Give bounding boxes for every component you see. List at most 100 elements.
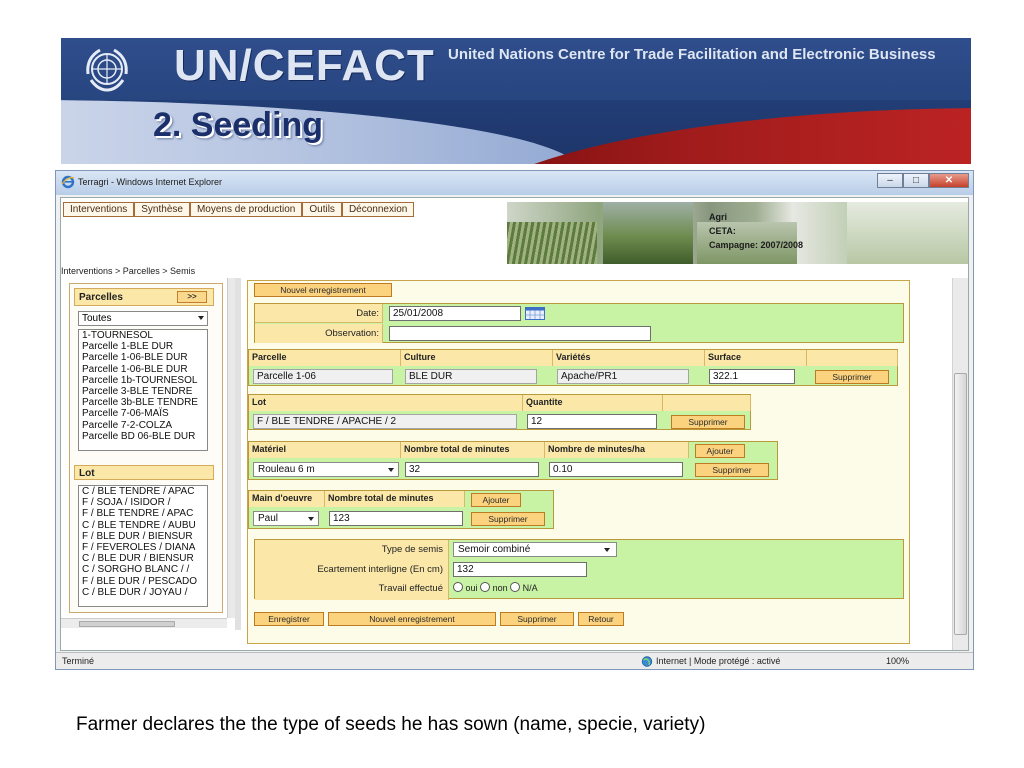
menu-interventions[interactable]: Interventions [63, 202, 135, 217]
slide-heading: 2. Seeding [153, 106, 324, 144]
chevron-down-icon [198, 316, 204, 320]
list-item[interactable]: F / BLE DUR / PESCADO [79, 576, 207, 587]
radio-oui[interactable] [453, 582, 463, 592]
parcelles-list[interactable]: 1-TOURNESOL Parcelle 1-BLE DUR Parcelle … [78, 329, 208, 451]
delete-main-oeuvre-button[interactable]: Supprimer [471, 512, 545, 526]
delete-lot-button[interactable]: Supprimer [671, 415, 745, 429]
main-oeuvre-select[interactable]: Paul [253, 511, 319, 526]
list-item[interactable]: C / BLE DUR / JOYAU / [79, 587, 207, 598]
list-item[interactable]: Parcelle 3b-BLE TENDRE [79, 397, 207, 408]
radio-na[interactable] [510, 582, 521, 592]
brand-title: UN/CEFACT [174, 41, 435, 90]
security-zone[interactable]: Internet | Mode protégé : activé [656, 656, 780, 666]
minutes-per-ha-column-header: Nombre de minutes/ha [545, 442, 689, 458]
list-item[interactable]: Parcelle 7-2-COLZA [79, 420, 207, 431]
radio-non[interactable] [480, 582, 491, 592]
list-item[interactable]: 1-TOURNESOL [79, 330, 207, 341]
page-scrollbar[interactable] [952, 278, 968, 650]
observation-label: Observation: [325, 328, 379, 339]
app-header: Interventions Synthèse Moyens de product… [61, 198, 968, 264]
date-input[interactable]: 25/01/2008 [389, 306, 521, 321]
materiel-select[interactable]: Rouleau 6 m [253, 462, 399, 477]
list-item[interactable]: Parcelle 1-BLE DUR [79, 341, 207, 352]
radio-oui-label: oui [465, 583, 478, 593]
close-icon[interactable]: ✕ [929, 173, 969, 188]
hscroll-thumb[interactable] [79, 621, 175, 627]
delete-parcelle-button[interactable]: Supprimer [815, 370, 889, 384]
lot-list[interactable]: C / BLE TENDRE / APAC F / SOJA / ISIDOR … [78, 485, 208, 607]
save-button[interactable]: Enregistrer [254, 612, 324, 626]
travail-effectue-label: Travail effectué [378, 583, 443, 594]
parcelles-header: Parcelles >> [74, 288, 214, 306]
browser-titlebar[interactable]: Terragri - Windows Internet Explorer – □… [56, 171, 973, 195]
chevron-down-icon [388, 468, 394, 472]
quantite-input[interactable]: 12 [527, 414, 657, 429]
internet-explorer-icon [61, 175, 75, 189]
crop-rows-photo [507, 222, 597, 264]
list-item[interactable]: Parcelle 3-BLE TENDRE [79, 386, 207, 397]
slide-caption: Farmer declares the the type of seeds he… [76, 714, 706, 735]
menu-moyens-de-production[interactable]: Moyens de production [189, 202, 303, 217]
lot-table: Lot Quantite F / BLE TENDRE / APACHE / 2… [248, 394, 751, 430]
type-semis-select[interactable]: Semoir combiné [453, 542, 617, 557]
total-minutes-input[interactable]: 32 [405, 462, 539, 477]
type-semis-value: Semoir combiné [458, 544, 531, 555]
minimize-icon[interactable]: – [877, 173, 903, 188]
menu-synthese[interactable]: Synthèse [134, 202, 190, 217]
list-item[interactable]: Parcelle 1b-TOURNESOL [79, 375, 207, 386]
menu-outils[interactable]: Outils [302, 202, 342, 217]
list-item[interactable]: Parcelle BD 06-BLE DUR [79, 431, 207, 442]
list-item[interactable]: F / BLE TENDRE / APAC [79, 508, 207, 519]
surface-input[interactable]: 322.1 [709, 369, 795, 384]
parcelles-filter-select[interactable]: Toutes [78, 311, 208, 326]
list-item[interactable]: Parcelle 1-06-BLE DUR [79, 352, 207, 363]
left-panel-hscrollbar[interactable] [61, 618, 227, 628]
radio-non-label: non [492, 583, 508, 593]
list-item[interactable]: C / SORGHO BLANC / / [79, 564, 207, 575]
panel-splitter[interactable] [235, 278, 241, 630]
calendar-icon[interactable] [525, 307, 545, 320]
status-text: Terminé [62, 656, 95, 666]
delete-button[interactable]: Supprimer [500, 612, 574, 626]
sunflower-field-photo [847, 202, 968, 264]
window-controls: – □ ✕ [877, 173, 969, 188]
minutes-per-ha-input[interactable]: 0.10 [549, 462, 683, 477]
un-emblem-icon [86, 48, 128, 92]
maximize-icon[interactable]: □ [903, 173, 929, 188]
list-item[interactable]: C / BLE DUR / BIENSUR [79, 553, 207, 564]
add-materiel-button[interactable]: Ajouter [695, 444, 745, 458]
type-semis-label: Type de semis [381, 544, 443, 555]
new-record-button-top[interactable]: Nouvel enregistrement [254, 283, 392, 297]
breadcrumb[interactable]: Interventions > Parcelles > Semis [61, 266, 195, 276]
delete-materiel-button[interactable]: Supprimer [695, 463, 769, 477]
add-main-oeuvre-button[interactable]: Ajouter [471, 493, 521, 507]
scroll-thumb[interactable] [954, 373, 967, 635]
window-title: Terragri - Windows Internet Explorer [78, 177, 223, 187]
observation-input[interactable] [389, 326, 651, 341]
page-content: Interventions Synthèse Moyens de product… [60, 197, 969, 651]
expand-button[interactable]: >> [177, 291, 207, 303]
semis-details-panel: Type de semis Semoir combiné Ecartement … [254, 539, 904, 600]
browser-window: Terragri - Windows Internet Explorer – □… [55, 170, 974, 670]
total-minutes-column-header: Nombre total de minutes [401, 442, 545, 458]
list-item[interactable]: C / BLE TENDRE / APAC [79, 486, 207, 497]
date-observation-panel: Date: 25/01/2008 Observation: [254, 303, 904, 343]
parcelle-action-header [807, 350, 898, 366]
list-item[interactable]: Parcelle 7-06-MAÏS [79, 408, 207, 419]
ecartement-input[interactable]: 132 [453, 562, 587, 577]
mo-total-minutes-input[interactable]: 123 [329, 511, 463, 526]
left-panel-scrollbar[interactable] [227, 278, 235, 618]
main-oeuvre-table: Main d'oeuvre Nombre total de minutes Aj… [248, 490, 554, 529]
parcelle-column-header: Parcelle [249, 350, 401, 366]
list-item[interactable]: Parcelle 1-06-BLE DUR [79, 364, 207, 375]
new-record-button[interactable]: Nouvel enregistrement [328, 612, 496, 626]
date-label: Date: [356, 308, 379, 319]
menu-deconnexion[interactable]: Déconnexion [341, 202, 415, 217]
list-item[interactable]: F / BLE DUR / BIENSUR [79, 531, 207, 542]
list-item[interactable]: C / BLE TENDRE / AUBU [79, 520, 207, 531]
list-item[interactable]: F / FEVEROLES / DIANA [79, 542, 207, 553]
list-item[interactable]: F / SOJA / ISIDOR / [79, 497, 207, 508]
quantite-column-header: Quantite [523, 395, 663, 411]
zoom-level[interactable]: 100% [886, 656, 909, 666]
back-button[interactable]: Retour [578, 612, 624, 626]
